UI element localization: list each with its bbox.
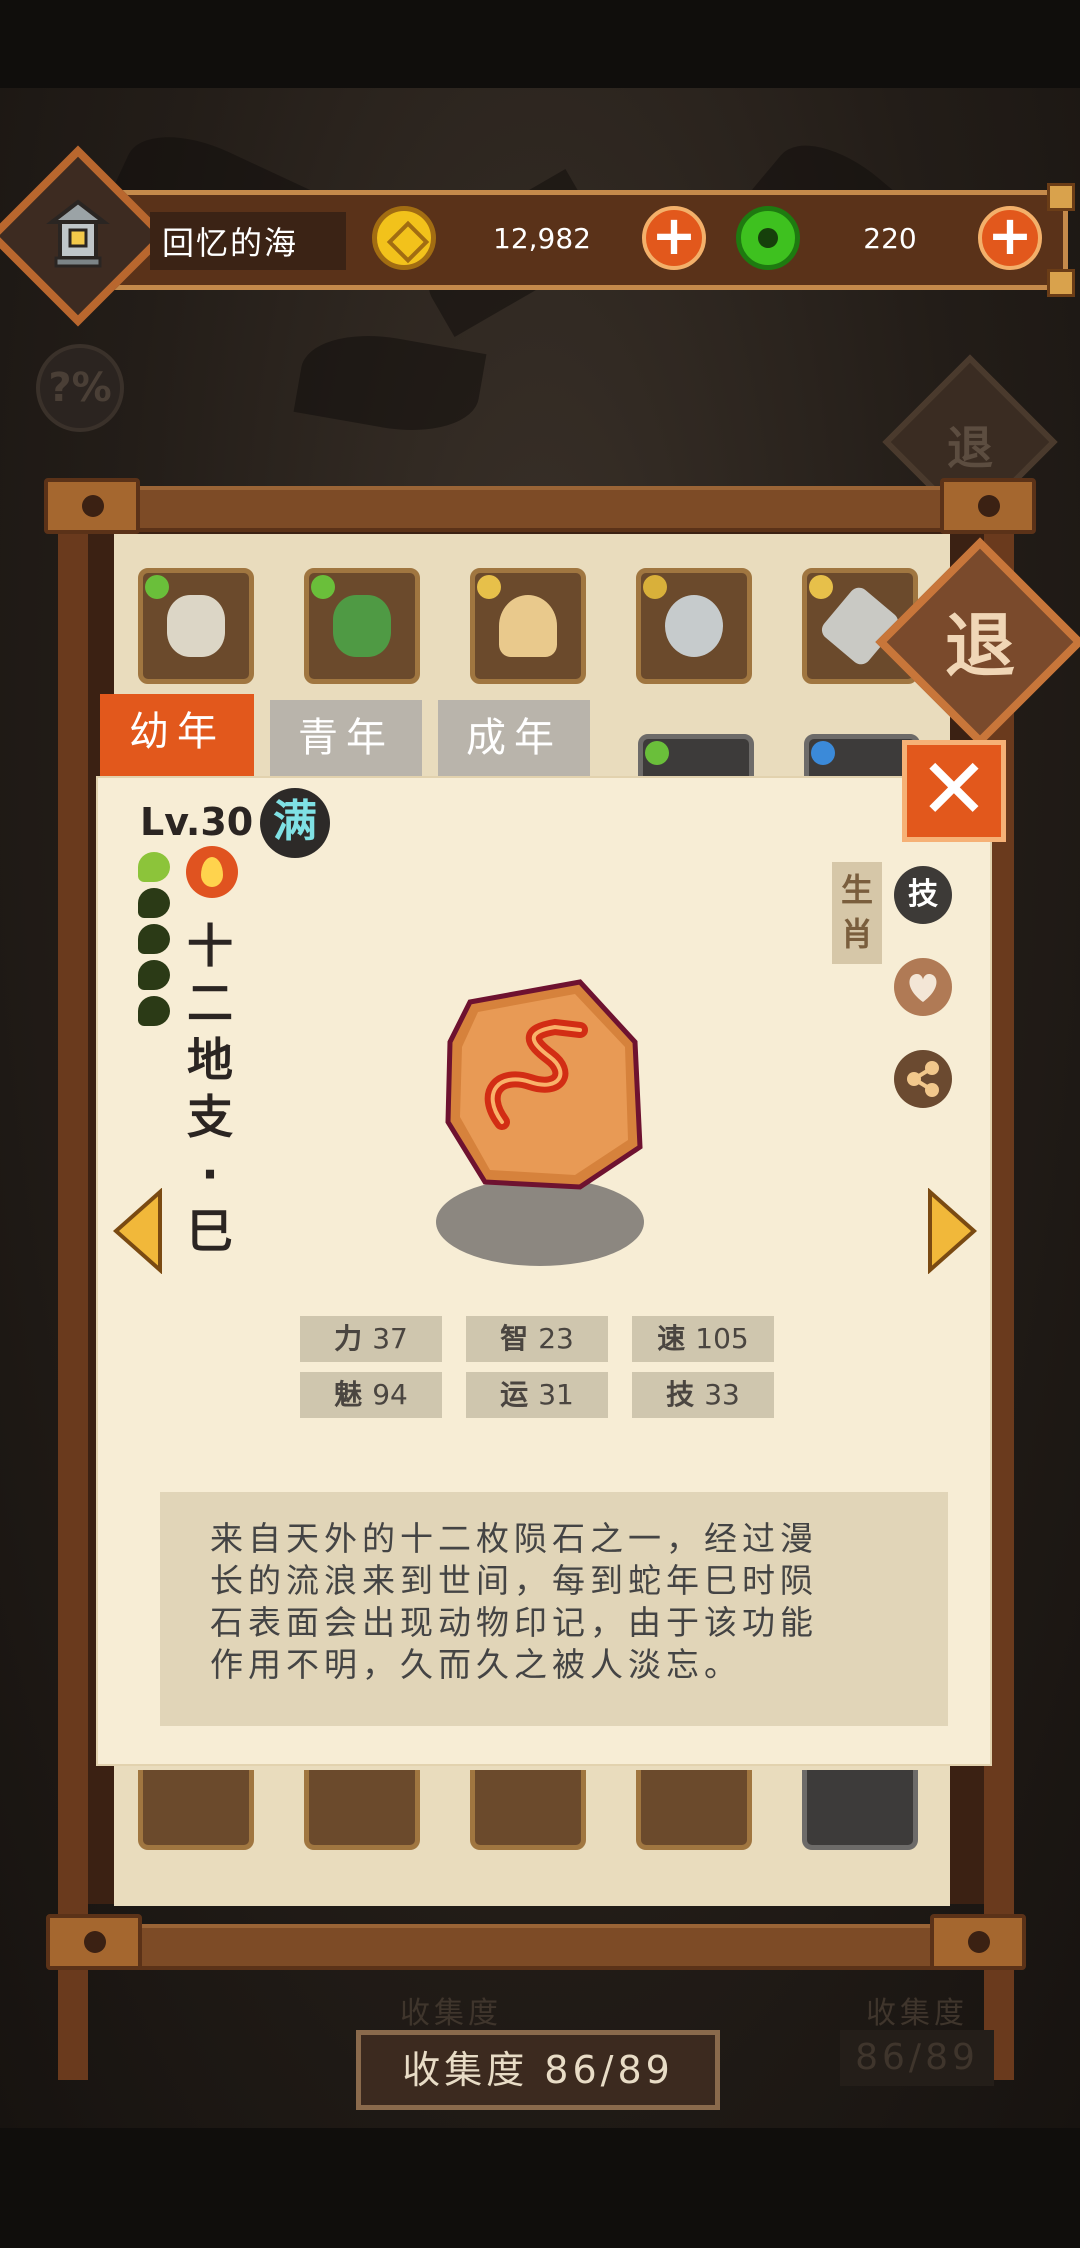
- board-bottom-beam: [90, 1924, 990, 1970]
- stat-label: 技: [666, 1378, 695, 1411]
- board-post-left: [58, 520, 88, 2080]
- coin-count: 12,982: [493, 222, 591, 255]
- collection-ghost-label: 收集度: [866, 1996, 968, 2031]
- heart-icon: [909, 974, 937, 1002]
- item-level: Lv.30: [140, 800, 254, 844]
- exit-sign-bg-label: 退: [947, 421, 993, 475]
- collection-slot[interactable]: [470, 1770, 586, 1850]
- stat-value: 37: [372, 1322, 408, 1355]
- rarity-gem-icon: [643, 575, 667, 599]
- leaf-shadow: [293, 323, 487, 443]
- favorite-button[interactable]: [894, 958, 952, 1016]
- collection-slot[interactable]: [304, 1770, 420, 1850]
- close-button[interactable]: ✕: [902, 740, 1006, 842]
- item-name-char: 支: [187, 1090, 233, 1144]
- max-level-badge: 满: [260, 788, 330, 858]
- add-gems-button[interactable]: +: [978, 206, 1042, 270]
- stat-label: 速: [657, 1322, 686, 1355]
- category-tag-char: 生: [840, 871, 873, 909]
- rarity-gem-icon: [145, 575, 169, 599]
- collection-slot[interactable]: [470, 568, 586, 684]
- collection-slot[interactable]: [138, 1770, 254, 1850]
- rarity-gem-icon: [645, 741, 669, 765]
- horn-item-icon: [499, 595, 557, 657]
- share-button[interactable]: [894, 1050, 952, 1108]
- collection-ghost-label: 收集度: [400, 1996, 502, 2031]
- gem-count: 220: [863, 222, 917, 255]
- item-name-char: 二: [187, 976, 233, 1030]
- stat-label: 魅: [334, 1378, 363, 1411]
- next-item-arrow-icon[interactable]: [926, 1188, 978, 1274]
- rarity-gem-icon: [809, 575, 833, 599]
- previous-item-arrow-icon[interactable]: [112, 1188, 164, 1274]
- beam-bracket: [46, 1914, 142, 1970]
- broccoli-item-icon: [167, 595, 225, 657]
- collection-slot[interactable]: [802, 1770, 918, 1850]
- bar-corner: [1047, 183, 1075, 211]
- item-name: 十 二 地 支 · 巳: [180, 918, 240, 1260]
- star-dot-icon: [138, 996, 170, 1026]
- stat-intelligence: 智 23: [466, 1316, 608, 1362]
- description-line: 作用不明，久而久之被人淡忘。: [210, 1645, 742, 1684]
- stat-charm: 魅 94: [300, 1372, 442, 1418]
- collection-slot[interactable]: [636, 1770, 752, 1850]
- percent-icon[interactable]: ?%: [36, 344, 124, 432]
- player-name: 回忆的海: [162, 224, 299, 262]
- exit-button-label: 退: [945, 605, 1015, 687]
- stat-speed: 速 105: [632, 1316, 774, 1362]
- collection-ghost-value: 86/89: [840, 2030, 994, 2086]
- fire-element-icon: [186, 846, 238, 898]
- stat-skill: 技 33: [632, 1372, 774, 1418]
- rarity-gem-icon: [811, 741, 835, 765]
- star-dot-icon: [138, 888, 170, 918]
- stat-label: 智: [500, 1322, 529, 1355]
- lantern-avatar-icon: [46, 199, 110, 268]
- item-name-char: 十: [187, 919, 233, 973]
- stat-label: 运: [500, 1378, 529, 1411]
- add-coins-button[interactable]: +: [642, 206, 706, 270]
- board-top-beam: [90, 486, 990, 532]
- bar-corner: [1047, 269, 1075, 297]
- category-tag-char: 肖: [840, 915, 873, 953]
- share-icon: [907, 1061, 939, 1097]
- gold-coin-icon: [372, 206, 436, 270]
- collection-slot[interactable]: [138, 568, 254, 684]
- item-name-char: 地: [187, 1033, 233, 1087]
- green-gem-icon: [736, 206, 800, 270]
- stat-value: 33: [704, 1378, 740, 1411]
- stat-label: 力: [334, 1322, 363, 1355]
- star-dot-icon: [138, 852, 170, 882]
- monster-item-icon: [333, 595, 391, 657]
- collection-progress: 收集度 86/89: [356, 2030, 720, 2110]
- beam-bracket: [940, 478, 1036, 534]
- zodiac-stone-snake-icon: [436, 979, 644, 1266]
- tab-adult[interactable]: 成年: [438, 700, 590, 776]
- stat-value: 94: [372, 1378, 408, 1411]
- star-dot-icon: [138, 960, 170, 990]
- stat-value: 105: [695, 1322, 749, 1355]
- stat-value: 23: [538, 1322, 574, 1355]
- stat-value: 31: [538, 1378, 574, 1411]
- category-tag: 生 肖: [832, 862, 882, 964]
- tab-childhood[interactable]: 幼年: [100, 694, 254, 776]
- rarity-gem-icon: [311, 575, 335, 599]
- item-name-char: ·: [201, 1147, 219, 1201]
- item-name-char: 巳: [187, 1204, 233, 1258]
- beam-bracket: [930, 1914, 1026, 1970]
- collection-slot[interactable]: [636, 568, 752, 684]
- skill-button[interactable]: 技: [894, 866, 952, 924]
- moon-blade-item-icon: [665, 595, 723, 657]
- rarity-gem-icon: [477, 575, 501, 599]
- collection-slot[interactable]: [304, 568, 420, 684]
- item-description: 来自天外的十二枚陨石之一，经过漫 长的流浪来到世间，每到蛇年巳时陨 石表面会出现…: [210, 1518, 910, 1686]
- beam-bracket: [44, 478, 140, 534]
- star-dot-icon: [138, 924, 170, 954]
- tab-youth[interactable]: 青年: [270, 700, 422, 776]
- stat-strength: 力 37: [300, 1316, 442, 1362]
- description-line: 长的流浪来到世间，每到蛇年巳时陨: [210, 1561, 818, 1600]
- description-line: 来自天外的十二枚陨石之一，经过漫: [210, 1519, 818, 1558]
- stat-luck: 运 31: [466, 1372, 608, 1418]
- description-line: 石表面会出现动物印记，由于该功能: [210, 1603, 818, 1642]
